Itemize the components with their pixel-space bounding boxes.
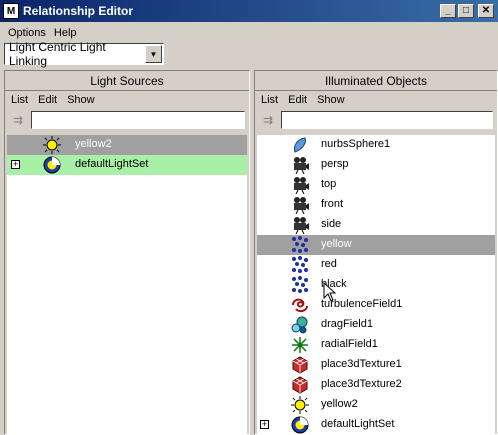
chevron-down-icon[interactable]: ▼	[145, 45, 162, 63]
list-item-label: yellow2	[75, 138, 112, 150]
light-set-icon	[43, 156, 61, 174]
window-title: Relationship Editor	[23, 4, 134, 18]
mode-dropdown[interactable]: Light Centric Light Linking ▼	[4, 40, 164, 68]
camera-icon	[294, 177, 309, 194]
light-set-icon	[291, 416, 309, 434]
light-sources-menu: List Edit Show	[5, 91, 249, 109]
list-item-label: yellow2	[321, 398, 358, 410]
list-item[interactable]: place3dTexture2	[257, 375, 495, 395]
illuminated-objects-title: Illuminated Objects	[255, 71, 497, 91]
list-item-label: red	[321, 258, 337, 270]
illuminated-objects-list: nurbsSphere1 persp top front side yellow…	[257, 135, 495, 434]
list-item[interactable]: + defaultLightSet	[7, 155, 247, 175]
list-item-label: defaultLightSet	[75, 158, 149, 170]
left-filter-input[interactable]	[31, 111, 245, 129]
list-item[interactable]: persp	[257, 155, 495, 175]
list-item-label: place3dTexture1	[321, 358, 402, 370]
list-item[interactable]: yellow	[257, 235, 495, 255]
title-bar: M Relationship Editor _ □ ✕	[0, 0, 498, 22]
list-item-label: persp	[321, 158, 349, 170]
list-item[interactable]: + defaultLightSet	[257, 415, 495, 434]
point-light-icon	[43, 136, 61, 154]
left-menu-list[interactable]: List	[11, 94, 28, 106]
left-menu-edit[interactable]: Edit	[38, 94, 57, 106]
list-item-label: top	[321, 178, 337, 190]
list-item[interactable]: turbulenceField1	[257, 295, 495, 315]
mode-dropdown-row: Light Centric Light Linking ▼	[4, 40, 164, 68]
radial-field-icon	[292, 337, 308, 353]
list-item-label: dragField1	[321, 318, 373, 330]
app-icon: M	[3, 3, 19, 19]
camera-icon	[294, 157, 309, 174]
point-light-icon	[291, 396, 309, 414]
drag-field-icon	[291, 316, 308, 334]
list-item[interactable]: front	[257, 195, 495, 215]
particle-icon	[292, 256, 308, 273]
nurbs-sphere-icon	[294, 137, 306, 153]
list-item[interactable]: radialField1	[257, 335, 495, 355]
right-menu-show[interactable]: Show	[317, 94, 345, 106]
light-sources-title: Light Sources	[5, 71, 249, 91]
list-item[interactable]: yellow2	[257, 395, 495, 415]
list-item-label: radialField1	[321, 338, 378, 350]
maximize-button[interactable]: □	[458, 4, 474, 18]
filter-arrows-icon[interactable]: ⇉	[7, 111, 29, 129]
list-item[interactable]: top	[257, 175, 495, 195]
left-menu-show[interactable]: Show	[67, 94, 95, 106]
expand-icon[interactable]: +	[260, 420, 269, 429]
list-item[interactable]: place3dTexture1	[257, 355, 495, 375]
illuminated-objects-panel: Illuminated Objects List Edit Show ⇉ nur…	[254, 70, 498, 435]
list-item[interactable]: red	[257, 255, 495, 275]
illuminated-objects-menu: List Edit Show	[255, 91, 497, 109]
list-item[interactable]: nurbsSphere1	[257, 135, 495, 155]
minimize-button[interactable]: _	[440, 4, 456, 18]
list-item-label: defaultLightSet	[321, 418, 395, 430]
menu-help[interactable]: Help	[54, 27, 77, 39]
light-sources-panel: Light Sources List Edit Show ⇉ yellow2 +	[4, 70, 250, 435]
camera-icon	[294, 217, 309, 234]
list-item-label: nurbsSphere1	[321, 138, 391, 150]
particle-icon	[292, 276, 308, 293]
list-item-label: front	[321, 198, 344, 210]
menu-options[interactable]: Options	[8, 27, 46, 39]
turbulence-field-icon	[292, 298, 308, 313]
place3d-texture-icon	[292, 376, 308, 394]
list-item[interactable]: yellow2	[7, 135, 247, 155]
list-item-label: side	[321, 218, 342, 230]
list-item[interactable]: side	[257, 215, 495, 235]
close-button[interactable]: ✕	[478, 4, 494, 18]
list-item[interactable]: dragField1	[257, 315, 495, 335]
mouse-cursor-icon	[323, 282, 337, 302]
list-item[interactable]: black	[257, 275, 495, 295]
particle-icon	[292, 236, 308, 253]
list-item-label: yellow	[321, 238, 352, 250]
right-menu-edit[interactable]: Edit	[288, 94, 307, 106]
expand-icon[interactable]: +	[11, 160, 20, 169]
right-filter-row: ⇉	[255, 109, 497, 131]
mode-dropdown-value: Light Centric Light Linking	[9, 40, 106, 68]
camera-icon	[294, 197, 309, 214]
filter-arrows-icon[interactable]: ⇉	[257, 111, 279, 129]
left-filter-row: ⇉	[5, 109, 249, 131]
place3d-texture-icon	[292, 356, 308, 374]
list-item-label: place3dTexture2	[321, 378, 402, 390]
light-sources-list: yellow2 + defaultLightSet	[7, 135, 247, 434]
right-menu-list[interactable]: List	[261, 94, 278, 106]
right-filter-input[interactable]	[281, 111, 493, 129]
